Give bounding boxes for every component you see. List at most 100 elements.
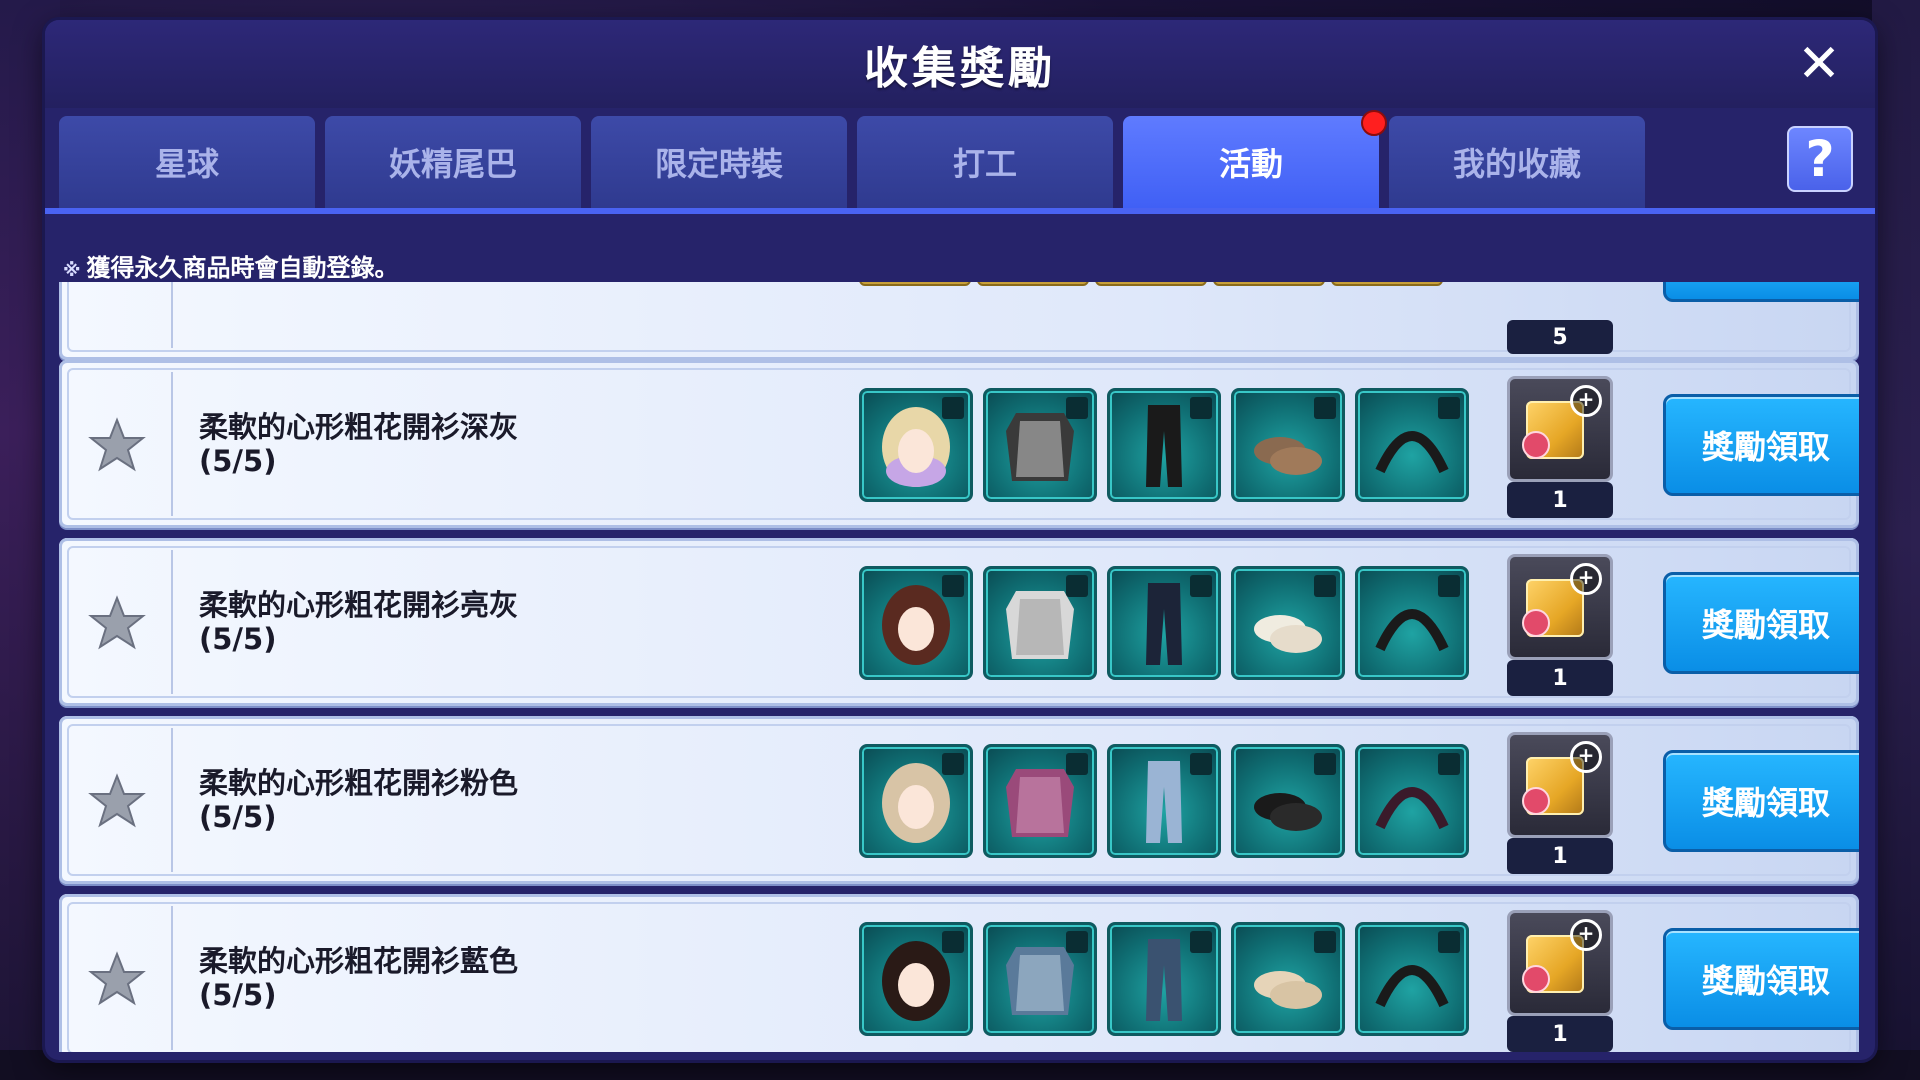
item-badge [1438, 753, 1460, 775]
help-button[interactable]: ? [1787, 126, 1853, 192]
item-badge [1066, 397, 1088, 419]
reward-box[interactable]: + [1507, 554, 1613, 660]
panel-header: 收集獎勵 ✕ [45, 20, 1875, 108]
tab-limited-fashion[interactable]: 限定時裝 [591, 116, 847, 208]
row-divider [171, 282, 173, 348]
collection-row: 柔軟的心形粗花開衫藍色 (5/5) + 1 獎勵領取 [59, 894, 1859, 1052]
reward-box[interactable]: + [1507, 376, 1613, 482]
shoes-item[interactable] [1231, 744, 1345, 858]
item-badge [1314, 931, 1336, 953]
headband-item[interactable] [1355, 744, 1469, 858]
claim-reward-button[interactable]: 獎勵領取 [1663, 750, 1859, 852]
tab-label: 活動 [1218, 145, 1283, 183]
headband-item[interactable] [1355, 566, 1469, 680]
cardigan-item[interactable] [983, 744, 1097, 858]
shoes-item[interactable] [1231, 566, 1345, 680]
tab-label: 我的收藏 [1452, 145, 1581, 183]
claim-reward-button[interactable]: 獎勵領取 [1663, 572, 1859, 674]
item-list [859, 566, 1469, 680]
item-slot [977, 282, 1089, 286]
zoom-icon[interactable]: + [1570, 385, 1602, 417]
row-divider [171, 372, 173, 516]
close-button[interactable]: ✕ [1793, 38, 1845, 90]
collection-list[interactable]: 5 柔軟的心形粗花開衫深灰 (5/5) + 1 獎勵領取 柔軟的心形粗花開衫亮灰… [59, 282, 1859, 1052]
notification-dot [1361, 110, 1387, 136]
item-badge [942, 397, 964, 419]
reward-count: 1 [1507, 838, 1613, 874]
claim-reward-button[interactable]: 獎勵領取 [1663, 928, 1859, 1030]
zoom-icon[interactable]: + [1570, 741, 1602, 773]
collection-title: 柔軟的心形粗花開衫亮灰 (5/5) [199, 588, 519, 656]
collection-title: 柔軟的心形粗花開衫藍色 (5/5) [199, 944, 519, 1012]
star-icon[interactable] [87, 594, 147, 654]
tab-bar: 星球 妖精尾巴 限定時裝 打工 活動 我的收藏 [59, 110, 1645, 208]
tab-my-collection[interactable]: 我的收藏 [1389, 116, 1645, 208]
item-badge [1314, 753, 1336, 775]
item-badge [1190, 753, 1212, 775]
item-slot [1331, 282, 1443, 286]
tab-events[interactable]: 活動 [1123, 110, 1387, 208]
hair-item[interactable] [859, 566, 973, 680]
notice-text: ※ 獲得永久商品時會自動登錄。 [63, 248, 399, 283]
row-divider [171, 906, 173, 1050]
item-list [859, 922, 1469, 1036]
background-right [1872, 0, 1920, 1080]
collection-row: 柔軟的心形粗花開衫深灰 (5/5) + 1 獎勵領取 [59, 360, 1859, 528]
medal-icon [1522, 965, 1550, 993]
item-badge [1314, 575, 1336, 597]
collection-title: 柔軟的心形粗花開衫粉色 (5/5) [199, 766, 519, 834]
medal-icon [1522, 787, 1550, 815]
tab-label: 星球 [154, 145, 219, 183]
tab-planet[interactable]: 星球 [59, 116, 315, 208]
claim-reward-button[interactable]: 獎勵領取 [1663, 394, 1859, 496]
pants-item[interactable] [1107, 388, 1221, 502]
shoes-item[interactable] [1231, 922, 1345, 1036]
pants-item[interactable] [1107, 566, 1221, 680]
zoom-icon[interactable]: + [1570, 919, 1602, 951]
tab-underline [45, 208, 1875, 214]
item-list [859, 744, 1469, 858]
star-icon[interactable] [87, 416, 147, 476]
collection-reward-panel: 收集獎勵 ✕ 星球 妖精尾巴 限定時裝 打工 活動 我的收藏 ? ※ 獲得永久商品… [45, 20, 1875, 1060]
zoom-icon[interactable]: + [1570, 563, 1602, 595]
medal-icon [1522, 431, 1550, 459]
tab-label: 妖精尾巴 [388, 145, 517, 183]
pants-item[interactable] [1107, 744, 1221, 858]
pants-item[interactable] [1107, 922, 1221, 1036]
cardigan-item[interactable] [983, 566, 1097, 680]
item-badge [1438, 575, 1460, 597]
headband-item[interactable] [1355, 388, 1469, 502]
item-badge [1066, 575, 1088, 597]
reward-box[interactable]: + [1507, 732, 1613, 838]
tab-fairy-tail[interactable]: 妖精尾巴 [325, 116, 581, 208]
cardigan-item[interactable] [983, 922, 1097, 1036]
tab-part-time[interactable]: 打工 [857, 116, 1113, 208]
item-list [859, 388, 1469, 502]
reward-count: 1 [1507, 660, 1613, 696]
headband-item[interactable] [1355, 922, 1469, 1036]
tab-label: 打工 [952, 145, 1017, 183]
item-badge [1190, 575, 1212, 597]
claim-button-partial[interactable] [1663, 282, 1859, 302]
collection-row-partial: 5 [59, 282, 1859, 360]
tab-label: 限定時裝 [654, 145, 783, 183]
hair-item[interactable] [859, 388, 973, 502]
close-icon: ✕ [1797, 34, 1841, 94]
collection-title: 柔軟的心形粗花開衫深灰 (5/5) [199, 410, 519, 478]
item-badge [942, 753, 964, 775]
reward-count: 5 [1507, 320, 1613, 354]
item-badge [1190, 931, 1212, 953]
item-slot [1095, 282, 1207, 286]
shoes-item[interactable] [1231, 388, 1345, 502]
hair-item[interactable] [859, 744, 973, 858]
item-badge [1066, 931, 1088, 953]
star-icon[interactable] [87, 772, 147, 832]
medal-icon [1522, 609, 1550, 637]
star-icon[interactable] [87, 950, 147, 1010]
reward-box[interactable]: + [1507, 910, 1613, 1016]
row-divider [171, 550, 173, 694]
hair-item[interactable] [859, 922, 973, 1036]
cardigan-item[interactable] [983, 388, 1097, 502]
notice-mark: ※ [63, 260, 81, 281]
item-slot [1213, 282, 1325, 286]
